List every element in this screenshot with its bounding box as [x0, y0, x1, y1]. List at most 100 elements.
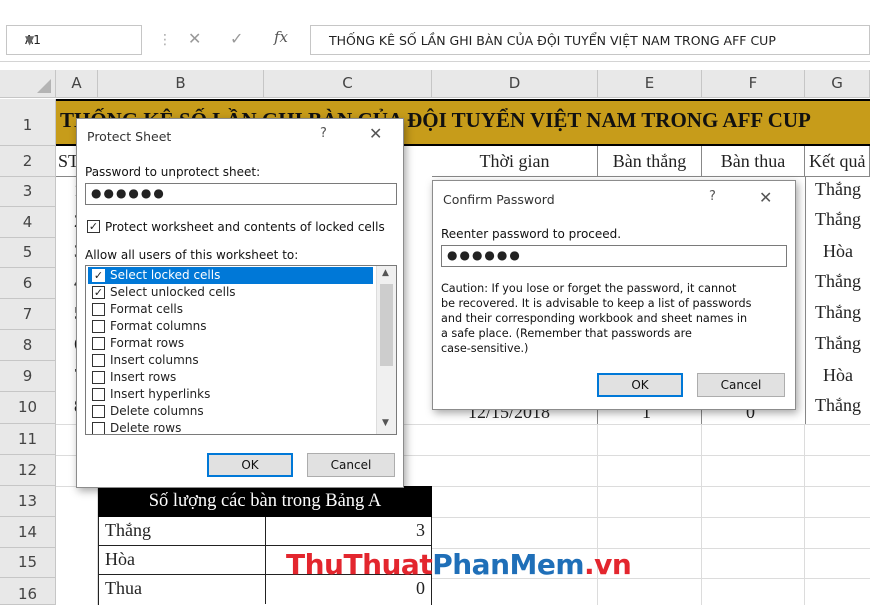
- help-icon[interactable]: ?: [320, 126, 327, 141]
- help-icon[interactable]: ?: [709, 189, 716, 204]
- row-header[interactable]: 14: [0, 517, 56, 548]
- header-goals-for[interactable]: Bàn thắng: [598, 146, 702, 177]
- permissions-list[interactable]: ✓ Select locked cells ✓ Select unlocked ce…: [85, 265, 397, 435]
- caution-text: be recovered. It is advisable to keep a …: [441, 297, 752, 310]
- chevron-down-icon[interactable]: ▼: [25, 33, 133, 47]
- row-header[interactable]: 5: [0, 238, 56, 268]
- row-header[interactable]: 13: [0, 486, 56, 517]
- row-header[interactable]: 7: [0, 299, 56, 330]
- caution-text: case-sensitive.): [441, 342, 529, 355]
- column-header-e[interactable]: E: [598, 70, 702, 98]
- summary-label: Thắng: [105, 520, 151, 540]
- list-item[interactable]: Delete columns: [88, 403, 373, 420]
- protect-sheet-dialog: Protect Sheet ? ✕ Password to unprotect …: [76, 118, 404, 488]
- column-header-f[interactable]: F: [702, 70, 805, 98]
- result-cell[interactable]: Thắng: [806, 333, 870, 354]
- header-goals-against[interactable]: Bàn thua: [702, 146, 805, 177]
- protect-label: Protect worksheet and contents of locked…: [105, 220, 385, 234]
- column-header-d[interactable]: D: [432, 70, 598, 98]
- scroll-up-icon[interactable]: ▲: [382, 268, 389, 278]
- row-10-clipped: 12/15/2018 1 0: [432, 410, 805, 424]
- result-cell[interactable]: Thắng: [806, 271, 870, 292]
- confirm-edit-icon[interactable]: ✓: [230, 29, 243, 48]
- confirm-password-dialog: Confirm Password ? ✕ Reenter password to…: [432, 180, 796, 410]
- password-mask: ●●●●●●: [91, 186, 166, 200]
- list-item[interactable]: Insert rows: [88, 369, 373, 386]
- result-cell[interactable]: Hòa: [806, 241, 870, 262]
- header-result[interactable]: Kết quả: [805, 146, 870, 177]
- summary-label: Hòa: [105, 549, 135, 569]
- password-mask: ●●●●●●: [447, 248, 522, 262]
- header-time[interactable]: Thời gian: [432, 146, 598, 177]
- row-header[interactable]: 8: [0, 330, 56, 361]
- result-cell[interactable]: Hòa: [806, 365, 870, 386]
- name-box[interactable]: A1 ▼: [6, 25, 142, 55]
- separator-icon: ⋮: [158, 32, 172, 48]
- column-header-b[interactable]: B: [98, 70, 264, 98]
- result-cell[interactable]: Thắng: [806, 302, 870, 323]
- summary-value: 3: [416, 520, 425, 540]
- summary-row[interactable]: Thắng 3: [98, 517, 432, 546]
- list-item[interactable]: Insert columns: [88, 352, 373, 369]
- summary-title[interactable]: Số lượng các bàn trong Bảng A: [98, 486, 432, 517]
- grid-line: [701, 424, 702, 605]
- result-cell[interactable]: Thắng: [806, 209, 870, 230]
- caution-text: Caution: If you lose or forget the passw…: [441, 282, 737, 295]
- date-cell[interactable]: 12/15/2018: [468, 410, 550, 423]
- goals-for-cell[interactable]: 1: [642, 410, 651, 423]
- confirm-password-input[interactable]: ●●●●●●: [441, 245, 787, 267]
- row-header[interactable]: 4: [0, 207, 56, 238]
- row-header[interactable]: 11: [0, 424, 56, 455]
- cancel-button[interactable]: Cancel: [307, 453, 395, 477]
- password-input[interactable]: ●●●●●●: [85, 183, 397, 205]
- summary-value: 0: [416, 578, 425, 598]
- select-all-corner[interactable]: [0, 70, 56, 98]
- cancel-edit-icon[interactable]: ✕: [188, 29, 201, 48]
- password-label: Password to unprotect sheet:: [85, 165, 261, 179]
- list-item[interactable]: ✓ Select unlocked cells: [88, 284, 373, 301]
- scroll-thumb[interactable]: [380, 284, 393, 366]
- dialog-title: Confirm Password: [443, 192, 555, 207]
- formula-text: THỐNG KÊ SỐ LẦN GHI BÀN CỦA ĐỘI TUYỂN VI…: [329, 33, 776, 48]
- row-header[interactable]: 10: [0, 392, 56, 424]
- column-header-c[interactable]: C: [264, 70, 432, 98]
- caution-text: and their corresponding workbook and she…: [441, 312, 748, 325]
- allow-label: Allow all users of this worksheet to:: [85, 248, 299, 262]
- row-header[interactable]: 9: [0, 361, 56, 392]
- ok-button[interactable]: OK: [207, 453, 293, 477]
- row-header[interactable]: 16: [0, 578, 56, 605]
- watermark-logo: ThuThuatPhanMem.vn: [286, 548, 632, 581]
- list-item[interactable]: Delete rows: [88, 420, 373, 434]
- result-cell[interactable]: Thắng: [806, 179, 870, 200]
- close-icon[interactable]: ✕: [369, 124, 382, 143]
- scroll-down-icon[interactable]: ▼: [382, 418, 389, 428]
- row-header[interactable]: 12: [0, 455, 56, 486]
- protect-checkbox[interactable]: ✓: [87, 220, 100, 233]
- list-item[interactable]: Format rows: [88, 335, 373, 352]
- reenter-label: Reenter password to proceed.: [441, 227, 622, 241]
- row-header[interactable]: 1: [0, 99, 56, 146]
- ok-button[interactable]: OK: [597, 373, 683, 397]
- dialog-title: Protect Sheet: [87, 129, 172, 144]
- result-cell[interactable]: Thắng: [806, 395, 870, 416]
- goals-against-cell[interactable]: 0: [746, 410, 755, 423]
- column-header-g[interactable]: G: [805, 70, 870, 98]
- cancel-button[interactable]: Cancel: [697, 373, 785, 397]
- summary-label: Thua: [105, 578, 142, 598]
- column-header-a[interactable]: A: [56, 70, 98, 98]
- close-icon[interactable]: ✕: [759, 188, 772, 207]
- list-item[interactable]: Insert hyperlinks: [88, 386, 373, 403]
- list-scrollbar[interactable]: ▲ ▼: [376, 266, 396, 434]
- grid-line: [804, 424, 805, 605]
- list-item[interactable]: Format cells: [88, 301, 373, 318]
- caution-text: a safe place. (Remember that passwords a…: [441, 327, 692, 340]
- row-header[interactable]: 3: [0, 177, 56, 207]
- row-header[interactable]: 6: [0, 268, 56, 299]
- insert-function-icon[interactable]: fx: [274, 28, 288, 46]
- row-header[interactable]: 15: [0, 548, 56, 578]
- list-item[interactable]: Format columns: [88, 318, 373, 335]
- list-item[interactable]: ✓ Select locked cells: [88, 267, 373, 284]
- grid-line: [805, 177, 806, 424]
- formula-input[interactable]: THỐNG KÊ SỐ LẦN GHI BÀN CỦA ĐỘI TUYỂN VI…: [310, 25, 870, 55]
- row-header[interactable]: 2: [0, 146, 56, 177]
